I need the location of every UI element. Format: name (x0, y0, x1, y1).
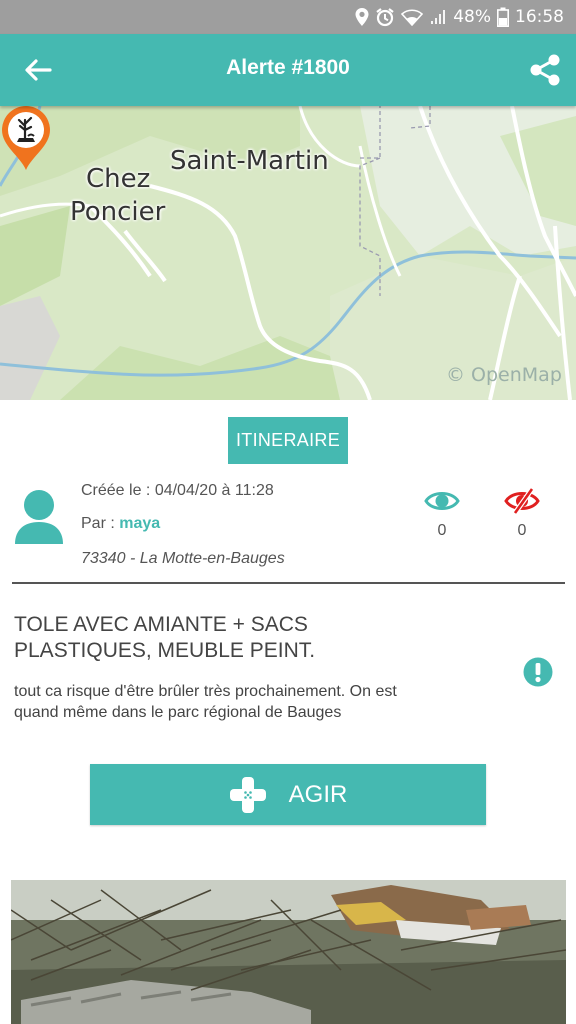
views-count: 0 (437, 522, 447, 539)
status-time: 16:58 (515, 7, 564, 27)
status-bar: 48% 16:58 (0, 0, 576, 34)
hidden-count: 0 (517, 522, 527, 539)
exclamation-icon[interactable] (523, 657, 553, 687)
app-bar: Alerte #1800 (0, 34, 576, 106)
created-date: Créée le : 04/04/20 à 11:28 (81, 482, 274, 499)
author-prefix: Par : (81, 515, 120, 532)
map-label-chez: Chez (86, 164, 151, 194)
battery-icon (497, 7, 509, 27)
user-avatar-icon (15, 490, 63, 544)
alert-description: tout ca risque d'être brûler très procha… (14, 683, 397, 721)
alarm-icon (376, 8, 394, 27)
act-button-label: AGIR (288, 780, 348, 808)
map-view[interactable]: Saint-Martin Chez Poncier © OpenMap (0, 106, 576, 400)
status-icons: 48% 16:58 (355, 6, 564, 28)
map-attribution: © OpenMap (446, 364, 562, 386)
author-name[interactable]: maya (119, 515, 160, 532)
section-divider (12, 582, 565, 584)
alert-photo[interactable] (11, 880, 566, 1024)
debris-photo-image (11, 880, 566, 1024)
views-stat[interactable]: 0 (417, 488, 467, 540)
map-label-saint-martin: Saint-Martin (170, 146, 329, 176)
battery-percent: 48% (453, 7, 491, 27)
hidden-stat[interactable]: 0 (497, 488, 547, 540)
share-icon[interactable] (528, 53, 562, 87)
author-line: Par : maya (81, 515, 160, 533)
wifi-icon (401, 9, 424, 26)
alert-location: 73340 - La Motte-en-Bauges (81, 550, 285, 567)
eye-icon[interactable] (424, 488, 460, 514)
act-button[interactable]: AGIR (90, 764, 486, 825)
itinerary-button[interactable]: ITINERAIRE (228, 417, 348, 464)
bandage-cross-icon (229, 776, 266, 813)
alert-title: TOLE AVEC AMIANTE + SACS PLASTIQUES, MEU… (14, 613, 316, 662)
location-icon (355, 8, 369, 26)
map-label-poncier: Poncier (70, 197, 166, 227)
signal-icon (431, 10, 446, 24)
page-title: Alerte #1800 (226, 56, 350, 79)
eye-slash-icon[interactable] (504, 488, 540, 514)
alert-marker-icon[interactable] (0, 106, 52, 172)
